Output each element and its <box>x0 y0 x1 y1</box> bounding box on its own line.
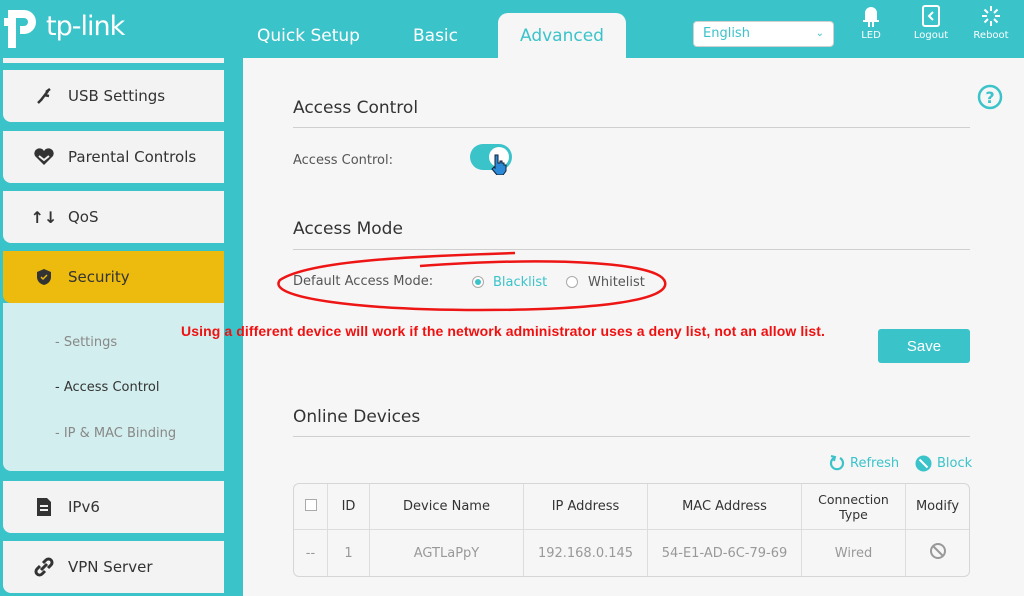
chevron-down-icon: ⌄ <box>815 28 824 39</box>
logout-icon <box>922 5 940 27</box>
submenu-access-control[interactable]: - Access Control <box>55 380 159 395</box>
led-icon <box>863 7 879 27</box>
sidebar-item-ipv6[interactable]: IPv6 <box>3 481 224 533</box>
col-mac-address: MAC Address <box>648 484 802 530</box>
cell-check: -- <box>294 530 328 576</box>
online-devices-title: Online Devices <box>293 407 421 427</box>
access-mode-title: Access Mode <box>293 219 403 239</box>
save-button[interactable]: Save <box>878 329 970 363</box>
sidebar-item-label: Parental Controls <box>68 148 197 166</box>
cell-connection-type: Wired <box>802 530 906 576</box>
sidebar-item-parental-controls[interactable]: Parental Controls <box>3 131 224 183</box>
cell-mac: 54-E1-AD-6C-79-69 <box>648 530 802 576</box>
block-button[interactable]: Block <box>915 455 972 472</box>
sidebar-item-vpn-server[interactable]: VPN Server <box>3 541 224 593</box>
svg-text:?: ? <box>985 88 994 107</box>
language-value: English <box>703 26 750 41</box>
usb-icon <box>33 87 55 105</box>
reboot-button[interactable]: Reboot <box>966 4 1016 41</box>
submenu-ip-mac-binding[interactable]: - IP & MAC Binding <box>55 426 176 441</box>
annotation-caption: Using a different device will work if th… <box>181 323 826 339</box>
refresh-label: Refresh <box>850 455 900 471</box>
logo-text: tp-link <box>46 10 125 42</box>
cursor-hand-icon <box>491 154 507 175</box>
led-button[interactable]: LED <box>846 4 896 41</box>
reboot-icon <box>982 6 1000 26</box>
divider <box>293 127 970 128</box>
select-all-cell <box>294 484 328 530</box>
tab-quick-setup[interactable]: Quick Setup <box>257 24 360 58</box>
led-label: LED <box>861 30 881 41</box>
link-icon <box>33 557 55 577</box>
block-device-icon[interactable] <box>929 542 947 560</box>
refresh-icon <box>829 455 845 471</box>
tab-advanced[interactable]: Advanced <box>498 13 626 58</box>
annotation-ellipse <box>277 251 667 312</box>
col-id: ID <box>328 484 370 530</box>
refresh-button[interactable]: Refresh <box>829 455 899 471</box>
sidebar-item-label: USB Settings <box>68 87 166 105</box>
access-control-label: Access Control: <box>293 153 394 168</box>
select-all-checkbox[interactable] <box>304 498 317 511</box>
help-icon[interactable]: ? <box>977 84 1003 110</box>
block-icon <box>915 455 932 472</box>
shield-icon <box>33 268 55 286</box>
ipv6-icon <box>33 497 55 517</box>
logout-label: Logout <box>913 30 949 41</box>
sidebar-item-security[interactable]: Security <box>3 251 224 303</box>
cell-id: 1 <box>328 530 370 576</box>
submenu-settings[interactable]: - Settings <box>55 335 117 350</box>
tp-link-logo: tp-link <box>4 4 125 48</box>
sidebar-item-label: Security <box>68 268 130 286</box>
language-select[interactable]: English ⌄ <box>693 21 834 47</box>
col-connection-type: Connection Type <box>802 484 906 530</box>
sidebar-item-label: IPv6 <box>68 498 100 516</box>
sidebar-item-usb-settings[interactable]: USB Settings <box>3 70 224 122</box>
tp-link-logo-icon <box>4 10 36 48</box>
sidebar-item-label: QoS <box>68 208 99 226</box>
online-devices-table: ID Device Name IP Address MAC Address Co… <box>293 483 970 577</box>
col-device-name: Device Name <box>370 484 524 530</box>
logout-button[interactable]: Logout <box>906 4 956 41</box>
block-label: Block <box>937 456 973 471</box>
sidebar-item-partial <box>3 58 224 63</box>
cell-modify <box>906 530 969 576</box>
sidebar-item-qos[interactable]: ↑↓ QoS <box>3 191 224 243</box>
reboot-label: Reboot <box>973 30 1009 41</box>
sidebar-item-label: VPN Server <box>68 558 153 576</box>
heart-icon <box>33 148 55 166</box>
tab-basic[interactable]: Basic <box>413 24 458 58</box>
table-row: -- 1 AGTLaPpY 192.168.0.145 54-E1-AD-6C-… <box>294 530 969 576</box>
col-modify: Modify <box>906 484 969 530</box>
access-control-title: Access Control <box>293 98 419 118</box>
table-header-row: ID Device Name IP Address MAC Address Co… <box>294 484 969 530</box>
cell-ip: 192.168.0.145 <box>524 530 648 576</box>
divider <box>293 436 970 437</box>
col-ip-address: IP Address <box>524 484 648 530</box>
arrows-updown-icon: ↑↓ <box>30 207 58 227</box>
cell-device-name: AGTLaPpY <box>370 530 524 576</box>
